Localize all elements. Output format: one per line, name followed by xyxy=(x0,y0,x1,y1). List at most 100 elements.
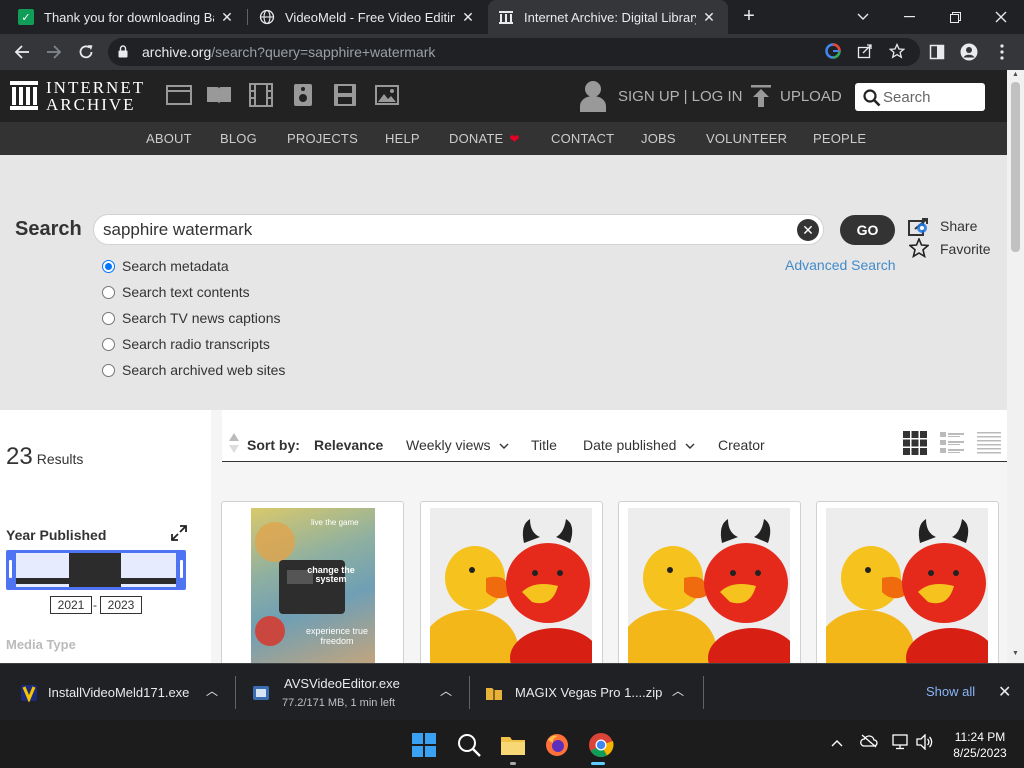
radio-button[interactable] xyxy=(102,311,115,325)
profile-avatar-icon[interactable] xyxy=(959,42,979,62)
upload-link[interactable]: UPLOAD xyxy=(780,88,842,105)
year-histogram[interactable] xyxy=(6,550,186,590)
close-download-shelf-icon[interactable]: ✕ xyxy=(998,682,1011,702)
share-label[interactable]: Share xyxy=(940,218,977,234)
lock-icon[interactable] xyxy=(118,45,128,58)
sort-creator[interactable]: Creator xyxy=(718,437,765,453)
list-detail-view-icon[interactable] xyxy=(939,430,965,456)
ia-header-search-input[interactable] xyxy=(883,87,978,107)
file-explorer-icon[interactable] xyxy=(500,732,526,758)
windows-start-icon[interactable] xyxy=(411,732,437,758)
result-card[interactable] xyxy=(816,501,999,666)
chrome-icon[interactable] xyxy=(588,732,614,758)
result-card[interactable]: live the game change the system experien… xyxy=(221,501,404,666)
result-thumbnail[interactable] xyxy=(826,508,988,666)
sort-direction-icon[interactable] xyxy=(228,432,240,454)
nav-people[interactable]: PEOPLE xyxy=(813,131,866,146)
bookmark-star-icon[interactable] xyxy=(888,42,906,61)
download-item[interactable]: InstallVideoMeld171.exe ︿ xyxy=(0,664,235,721)
range-handle-right[interactable] xyxy=(180,560,183,578)
taskbar-search-icon[interactable] xyxy=(456,732,482,758)
search-option-text[interactable]: Search text contents xyxy=(102,284,250,300)
images-photo-icon[interactable] xyxy=(374,83,400,107)
tab-search-chevron-icon[interactable] xyxy=(840,0,886,34)
sort-title[interactable]: Title xyxy=(531,437,557,453)
radio-button[interactable] xyxy=(102,337,115,351)
nav-projects[interactable]: PROJECTS xyxy=(287,131,358,146)
ia-logo[interactable]: INTERNET ARCHIVE xyxy=(10,78,145,114)
web-icon[interactable] xyxy=(166,83,192,107)
radio-button[interactable] xyxy=(102,363,115,377)
advanced-search-link[interactable]: Advanced Search xyxy=(785,257,896,273)
scrollbar-thumb[interactable] xyxy=(1011,82,1020,252)
upload-icon[interactable] xyxy=(750,84,772,108)
firefox-icon[interactable] xyxy=(544,732,570,758)
chrome-menu-icon[interactable] xyxy=(992,42,1012,62)
new-tab-button[interactable]: + xyxy=(738,5,760,29)
chevron-up-icon[interactable]: ︿ xyxy=(204,682,220,699)
page-scrollbar[interactable]: ▲ ▼ xyxy=(1007,70,1024,663)
close-tab-icon[interactable]: ✕ xyxy=(700,9,718,26)
ia-header-search[interactable] xyxy=(855,83,985,111)
year-from-input[interactable]: 2021 xyxy=(50,596,92,614)
sort-relevance[interactable]: Relevance xyxy=(314,437,383,453)
software-floppy-icon[interactable] xyxy=(332,83,358,107)
reload-icon[interactable] xyxy=(74,40,98,64)
radio-button[interactable] xyxy=(102,285,115,299)
google-lens-icon[interactable] xyxy=(824,43,842,61)
show-all-downloads-link[interactable]: Show all xyxy=(926,684,975,699)
restore-button[interactable] xyxy=(932,0,978,34)
forward-arrow-icon[interactable] xyxy=(42,40,66,64)
network-icon[interactable] xyxy=(891,734,909,752)
nav-donate-link[interactable]: DONATE ❤ xyxy=(449,131,520,146)
tray-overflow-chevron-icon[interactable] xyxy=(828,734,846,752)
sort-date-published-link[interactable]: Date published xyxy=(583,437,695,453)
share-icon[interactable] xyxy=(908,217,930,237)
search-option-metadata[interactable]: Search metadata xyxy=(102,258,229,274)
nav-help[interactable]: HELP xyxy=(385,131,420,146)
sort-weekly-views-link[interactable]: Weekly views xyxy=(406,437,509,453)
tile-view-icon[interactable] xyxy=(902,430,928,456)
result-card[interactable] xyxy=(618,501,801,666)
year-to-input[interactable]: 2023 xyxy=(100,596,142,614)
share-page-icon[interactable] xyxy=(856,43,874,61)
result-thumbnail[interactable]: live the game change the system experien… xyxy=(251,508,375,665)
onedrive-offline-icon[interactable] xyxy=(860,734,878,752)
audio-speaker-icon[interactable] xyxy=(290,83,316,107)
video-film-icon[interactable] xyxy=(248,83,274,107)
search-option-radio[interactable]: Search radio transcripts xyxy=(102,336,270,352)
expand-icon[interactable] xyxy=(171,525,187,541)
result-thumbnail[interactable] xyxy=(628,508,790,666)
download-item[interactable]: MAGIX Vegas Pro 1....zip ︿ xyxy=(470,664,702,721)
chevron-up-icon[interactable]: ︿ xyxy=(438,682,454,699)
result-thumbnail[interactable] xyxy=(430,508,592,666)
scroll-up-arrow-icon[interactable]: ▲ xyxy=(1011,71,1020,78)
nav-about[interactable]: ABOUT xyxy=(146,131,192,146)
chevron-up-icon[interactable]: ︿ xyxy=(670,682,686,699)
download-item[interactable]: AVSVideoEditor.exe 77.2/171 MB, 1 min le… xyxy=(236,664,468,721)
close-tab-icon[interactable]: ✕ xyxy=(218,9,236,26)
search-query-input[interactable]: sapphire watermark ✕ xyxy=(93,214,824,245)
side-panel-icon[interactable] xyxy=(927,42,947,62)
user-avatar-icon[interactable] xyxy=(580,80,606,112)
scroll-down-arrow-icon[interactable]: ▼ xyxy=(1011,650,1020,657)
result-card[interactable] xyxy=(420,501,603,666)
favorite-label[interactable]: Favorite xyxy=(940,241,991,257)
nav-volunteer[interactable]: VOLUNTEER xyxy=(706,131,787,146)
favorite-star-icon[interactable] xyxy=(909,238,929,258)
address-bar[interactable]: archive.org/search?query=sapphire+waterm… xyxy=(108,38,920,66)
go-button[interactable]: GO xyxy=(840,215,895,245)
tab-bandicam[interactable]: ✓ Thank you for downloading Band ✕ xyxy=(8,0,246,34)
range-handle-left[interactable] xyxy=(9,560,12,578)
back-arrow-icon[interactable] xyxy=(10,40,34,64)
tab-videomeld[interactable]: VideoMeld - Free Video Editing S ✕ xyxy=(249,0,487,34)
nav-blog[interactable]: BLOG xyxy=(220,131,257,146)
system-clock[interactable]: 11:24 PM 8/25/2023 xyxy=(946,729,1014,761)
search-option-web[interactable]: Search archived web sites xyxy=(102,362,285,378)
signup-login-link[interactable]: SIGN UP | LOG IN xyxy=(618,88,742,105)
texts-book-icon[interactable] xyxy=(206,83,232,107)
tab-internet-archive[interactable]: Internet Archive: Digital Library o ✕ xyxy=(488,0,728,34)
search-option-tv[interactable]: Search TV news captions xyxy=(102,310,281,326)
nav-contact[interactable]: CONTACT xyxy=(551,131,614,146)
close-tab-icon[interactable]: ✕ xyxy=(459,9,477,26)
